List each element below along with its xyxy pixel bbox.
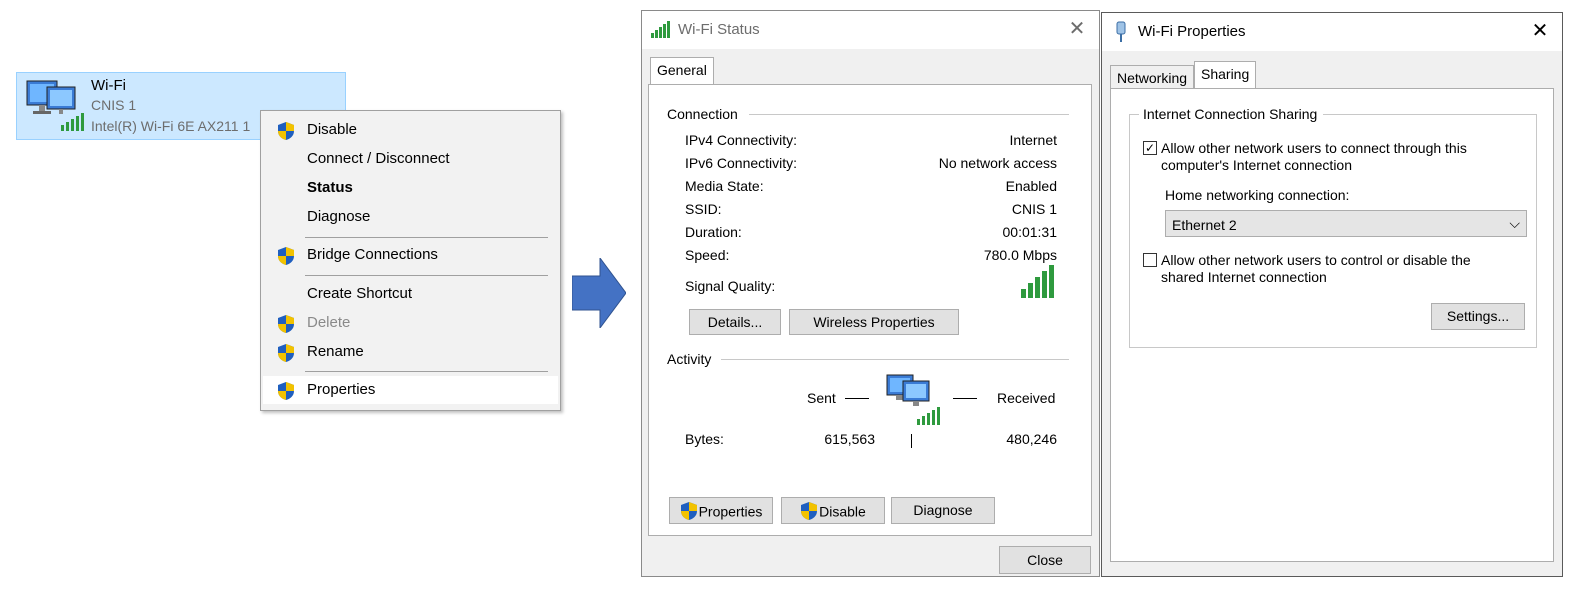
menu-item-delete[interactable]: Delete <box>263 309 558 337</box>
sharing-panel: Internet Connection Sharing ✓ Allow othe… <box>1110 88 1554 562</box>
menu-item-label: Rename <box>307 343 364 360</box>
status-value: 780.0 Mbps <box>983 247 1057 263</box>
diagnose-button[interactable]: Diagnose <box>891 497 995 524</box>
network-adapter-icon <box>26 80 84 131</box>
status-key: Duration: <box>685 224 742 240</box>
signal-strength-icon <box>1021 265 1054 298</box>
status-value: Enabled <box>1005 178 1057 194</box>
general-panel: Connection IPv4 Connectivity: Internet IPv… <box>648 84 1092 536</box>
shield-icon <box>278 247 294 265</box>
shield-icon <box>278 344 294 362</box>
menu-item-label: Create Shortcut <box>307 285 413 302</box>
allow-connect-text: Allow other network users to connect thr… <box>1161 140 1467 173</box>
tab-general[interactable]: General <box>650 57 714 85</box>
sent-label: Sent <box>807 390 836 406</box>
bytes-label: Bytes: <box>685 431 724 447</box>
status-key: IPv6 Connectivity: <box>685 155 798 171</box>
window-title: Wi-Fi Properties <box>1138 23 1246 40</box>
home-networking-select[interactable]: Ethernet 2 ⌵ <box>1165 210 1527 237</box>
menu-item-label: Properties <box>307 381 376 398</box>
sharing-group-label: Internet Connection Sharing <box>1139 106 1324 122</box>
window-title: Wi-Fi Status <box>678 21 760 38</box>
menu-item-label: Delete <box>307 314 351 331</box>
signal-icon <box>651 21 670 38</box>
allow-connect-checkbox[interactable]: ✓ <box>1143 141 1157 155</box>
details-button[interactable]: Details... <box>689 309 781 335</box>
status-key: IPv4 Connectivity: <box>685 132 798 148</box>
close-button[interactable]: Close <box>999 546 1091 574</box>
allow-control-text: Allow other network users to control or … <box>1161 252 1471 285</box>
status-value: No network access <box>938 155 1057 171</box>
status-titlebar: Wi-Fi Status ✕ <box>642 11 1099 49</box>
status-value: CNIS 1 <box>1011 201 1057 217</box>
signal-quality-label: Signal Quality: <box>685 278 776 294</box>
menu-item-status[interactable]: Status <box>263 174 558 202</box>
connection-group-label: Connection <box>667 106 744 122</box>
adapter-ssid: CNIS 1 <box>91 97 137 113</box>
shield-icon <box>801 502 818 521</box>
context-menu: Disable Connect / Disconnect Status Diagnos… <box>260 110 561 411</box>
home-networking-value: Ethernet 2 <box>1172 217 1237 233</box>
menu-item-label: Connect / Disconnect <box>307 150 450 167</box>
wireless-properties-button[interactable]: Wireless Properties <box>789 309 959 335</box>
menu-item-label: Diagnose <box>307 208 371 225</box>
chevron-down-icon: ⌵ <box>1509 215 1520 231</box>
status-value: 00:01:31 <box>1002 224 1058 240</box>
shield-icon <box>278 315 294 333</box>
properties-button[interactable]: Properties <box>669 497 773 524</box>
menu-separator <box>305 275 548 276</box>
status-key: Media State: <box>685 178 764 194</box>
shield-icon <box>680 502 697 521</box>
home-networking-label: Home networking connection: <box>1165 187 1350 203</box>
menu-item-diagnose[interactable]: Diagnose <box>263 203 558 231</box>
network-adapter-icon <box>1116 21 1126 42</box>
network-activity-icon <box>886 374 940 425</box>
close-icon[interactable]: ✕ <box>1063 17 1091 41</box>
menu-item-connect-disconnect[interactable]: Connect / Disconnect <box>263 145 558 173</box>
right-arrow-icon <box>572 258 626 328</box>
activity-group-label: Activity <box>667 351 718 367</box>
menu-item-bridge-connections[interactable]: Bridge Connections <box>263 241 558 269</box>
menu-item-label: Bridge Connections <box>307 246 438 263</box>
menu-separator <box>305 371 548 372</box>
properties-titlebar: Wi-Fi Properties ✕ <box>1102 13 1562 51</box>
menu-item-label: Status <box>307 179 353 196</box>
disable-button[interactable]: Disable <box>781 497 885 524</box>
menu-item-label: Disable <box>307 121 358 138</box>
wifi-status-window: Wi-Fi Status ✕ General Connection IPv4 C… <box>641 10 1100 577</box>
adapter-description: Intel(R) Wi-Fi 6E AX211 1 <box>91 118 251 134</box>
bytes-sent-value: 615,563 <box>824 431 875 447</box>
menu-item-rename[interactable]: Rename <box>263 338 558 366</box>
menu-item-properties[interactable]: Properties <box>263 376 558 404</box>
shield-icon <box>278 122 294 140</box>
shield-icon <box>278 382 294 400</box>
tab-sharing[interactable]: Sharing <box>1194 61 1257 89</box>
status-key: SSID: <box>685 201 722 217</box>
menu-separator <box>305 237 548 238</box>
wifi-properties-window: Wi-Fi Properties ✕ Networking Sharing In… <box>1101 12 1563 577</box>
status-key: Speed: <box>685 247 730 263</box>
tab-networking[interactable]: Networking <box>1110 65 1195 89</box>
bytes-received-value: 480,246 <box>1006 431 1057 447</box>
received-label: Received <box>997 390 1056 406</box>
settings-button[interactable]: Settings... <box>1431 303 1525 330</box>
allow-control-checkbox[interactable] <box>1143 253 1157 267</box>
status-value: Internet <box>1009 132 1057 148</box>
menu-item-create-shortcut[interactable]: Create Shortcut <box>263 280 558 308</box>
close-icon[interactable]: ✕ <box>1526 19 1554 43</box>
menu-item-disable[interactable]: Disable <box>263 116 558 144</box>
adapter-name: Wi-Fi <box>91 77 126 94</box>
